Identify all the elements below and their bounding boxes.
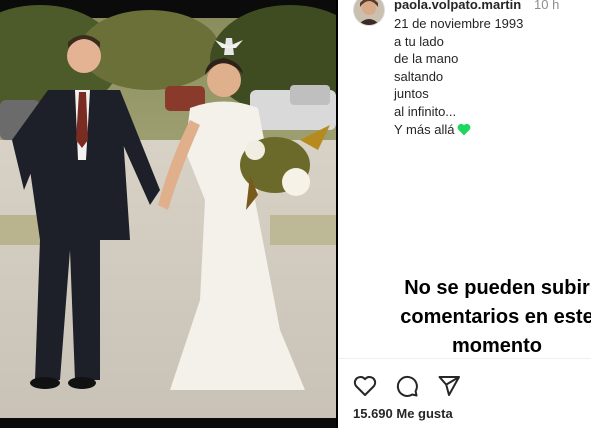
- caption-line: a tu lado: [394, 33, 444, 49]
- send-icon: [438, 376, 460, 396]
- post-actions: [352, 372, 462, 400]
- caption-line: al infinito...: [394, 103, 457, 119]
- caption-line: de la mano: [394, 51, 459, 67]
- post-side-panel: paola.volpato.martin 10 h 21 de noviembr…: [338, 0, 591, 428]
- post-username[interactable]: paola.volpato.martin: [394, 0, 521, 12]
- post-caption: 21 de noviembre 1993 a tu lado de la man…: [394, 15, 584, 140]
- post-photo[interactable]: [0, 0, 336, 428]
- like-button[interactable]: [352, 373, 378, 399]
- divider: [338, 358, 591, 359]
- caption-line: saltando: [394, 68, 444, 84]
- green-heart-icon: [457, 123, 471, 141]
- caption-line: juntos: [394, 86, 429, 102]
- likes-count[interactable]: 15.690 Me gusta: [353, 406, 453, 421]
- share-button[interactable]: [436, 373, 462, 399]
- heart-icon: [353, 376, 377, 396]
- wedding-photo-illustration: [0, 5, 336, 418]
- comment-button[interactable]: [394, 373, 420, 399]
- avatar[interactable]: [353, 0, 385, 26]
- comments-disabled-message: No se pueden subir comentarios en este m…: [400, 277, 591, 357]
- comment-icon: [396, 375, 418, 397]
- caption-line: 21 de noviembre 1993: [394, 16, 524, 31]
- caption-line-last: Y más allá: [394, 121, 584, 141]
- caption-line: Y más allá: [394, 121, 455, 137]
- avatar-image: [354, 0, 384, 25]
- post-timestamp[interactable]: 10 h: [534, 0, 559, 12]
